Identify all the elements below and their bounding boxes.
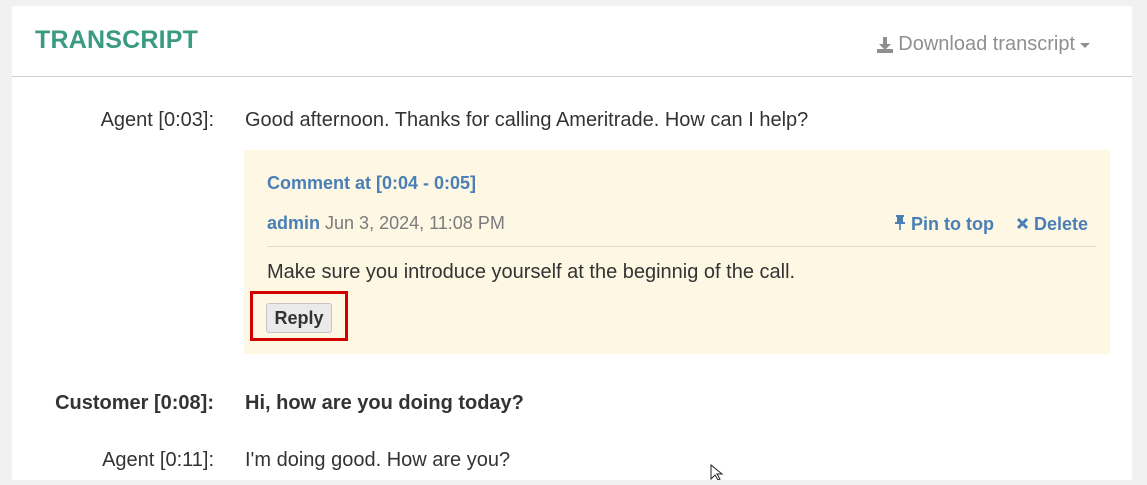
delete-label: Delete: [1033, 214, 1088, 234]
panel-header: TRANSCRIPT Download transcript: [12, 6, 1132, 77]
close-icon: [1016, 214, 1029, 235]
pin-icon: [894, 214, 906, 235]
transcript-panel: TRANSCRIPT Download transcript Agent [0:…: [12, 6, 1132, 480]
utterance-text: Good afternoon. Thanks for calling Ameri…: [245, 109, 809, 131]
comment-author[interactable]: admin: [267, 213, 320, 233]
download-icon: [876, 36, 894, 54]
download-transcript-button[interactable]: Download transcript: [876, 33, 1091, 56]
pin-to-top-button[interactable]: Pin to top: [894, 214, 994, 235]
comment-divider: [267, 246, 1096, 247]
speaker-label: Agent [0:03]:: [100, 109, 214, 131]
page-title: TRANSCRIPT: [35, 26, 199, 54]
utterance-text: I'm doing good. How are you?: [245, 449, 511, 471]
comment-title[interactable]: Comment at [0:04 - 0:05]: [267, 173, 476, 194]
mouse-cursor-icon: [710, 463, 726, 485]
comment-actions: Pin to top Delete: [894, 214, 1088, 235]
comment-card: Comment at [0:04 - 0:05] admin Jun 3, 20…: [244, 150, 1110, 354]
comment-text: Make sure you introduce yourself at the …: [267, 261, 796, 283]
caret-down-icon: [1079, 40, 1091, 50]
speaker-label: Customer [0:08]:: [55, 392, 214, 414]
speaker-label: Agent [0:11]:: [102, 449, 214, 471]
pin-label: Pin to top: [910, 214, 994, 234]
comment-meta: admin Jun 3, 2024, 11:08 PM: [267, 213, 505, 234]
utterance-text: Hi, how are you doing today?: [245, 392, 524, 414]
reply-button[interactable]: Reply: [266, 303, 332, 333]
download-label: Download transcript: [898, 33, 1075, 55]
comment-date: Jun 3, 2024, 11:08 PM: [325, 213, 505, 233]
reply-highlight: Reply: [250, 291, 348, 341]
delete-button[interactable]: Delete: [1016, 214, 1088, 235]
